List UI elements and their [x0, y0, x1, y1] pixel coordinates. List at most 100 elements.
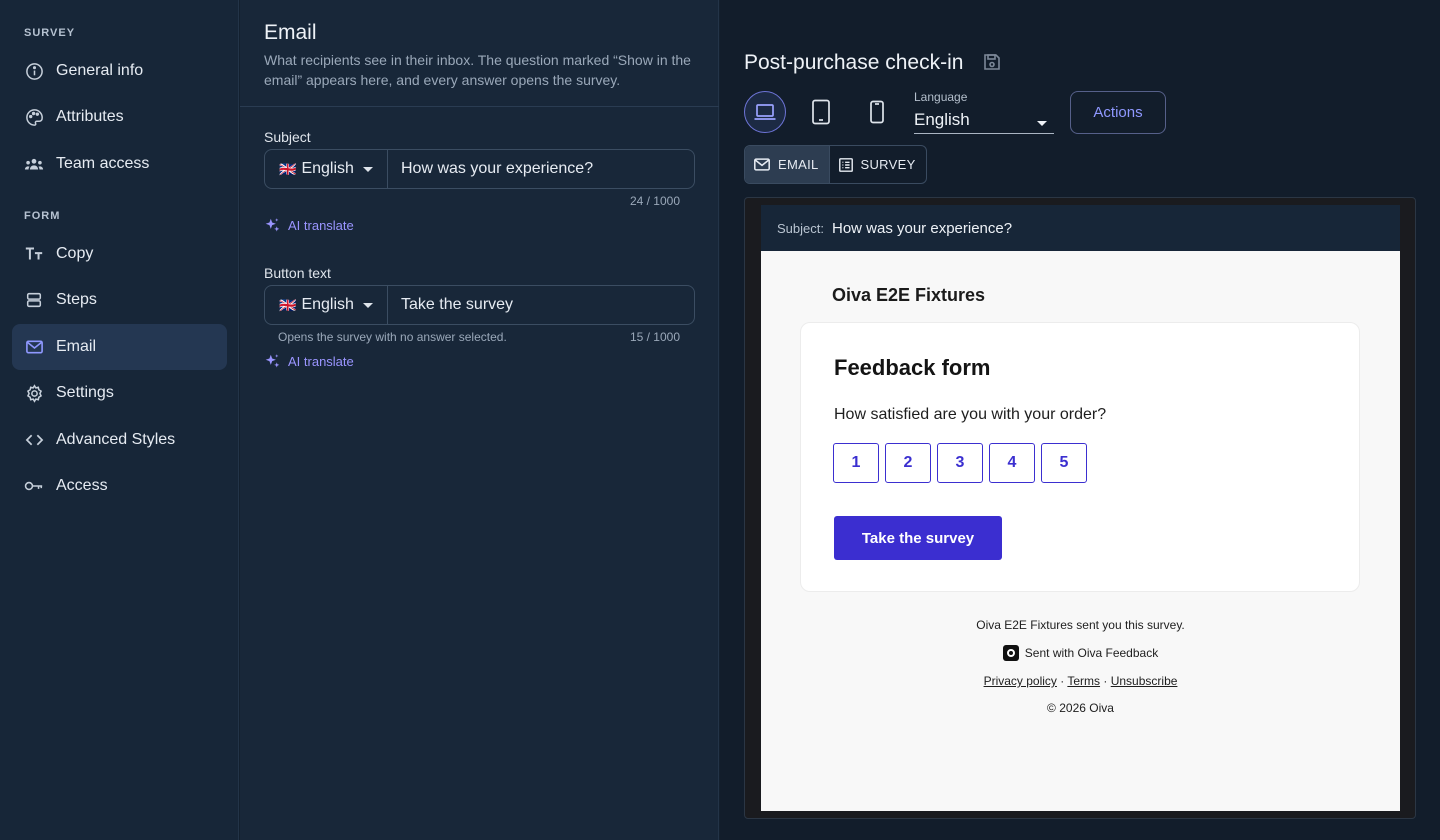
button-text-label: Button text [264, 265, 331, 281]
subject-label: Subject [264, 129, 311, 145]
sidebar-item-label: Steps [56, 291, 97, 308]
mail-icon [24, 337, 44, 357]
caret-down-icon [362, 302, 373, 308]
button-text-char-counter: 15 / 1000 [629, 330, 680, 344]
sidebar-item-label: Access [56, 477, 108, 494]
save-icon[interactable] [982, 52, 1002, 77]
button-text-language-select[interactable]: 🇬🇧 English [265, 286, 388, 324]
link-separator: · [1056, 674, 1068, 688]
sidebar-item-label: Team access [56, 155, 150, 172]
link-separator: · [1100, 674, 1111, 688]
tablet-icon [811, 99, 831, 125]
caret-down-icon [1037, 121, 1047, 126]
tab-survey[interactable]: SURVEY [828, 146, 926, 183]
button-text-language-value: English [301, 296, 354, 313]
sidebar-item-label: Advanced Styles [56, 431, 176, 448]
footer-links: Privacy policy · Terms · Unsubscribe [761, 674, 1400, 688]
uk-flag-icon: 🇬🇧 [279, 296, 297, 313]
subject-language-select[interactable]: 🇬🇧 English [265, 150, 388, 188]
ai-translate-label: AI translate [288, 218, 354, 233]
language-select[interactable]: English [914, 106, 1054, 134]
email-brand-name: Oiva E2E Fixtures [832, 285, 986, 305]
sidebar-item-label: Email [56, 338, 97, 355]
phone-icon [869, 100, 885, 124]
take-survey-button[interactable]: Take the survey [834, 516, 1002, 560]
sidebar-item-steps[interactable]: Steps [12, 277, 227, 323]
sidebar-item-attributes[interactable]: Attributes [12, 94, 227, 140]
steps-icon [24, 290, 44, 310]
button-text-hint: Opens the survey with no answer selected… [278, 330, 507, 344]
subject-input[interactable]: How was your experience? [388, 160, 593, 178]
gear-icon [24, 383, 44, 403]
button-text-field: 🇬🇧 English Take the survey [264, 285, 695, 325]
sparkle-icon [264, 353, 281, 370]
sidebar-item-label: Settings [56, 384, 114, 401]
footer-sent-by: Oiva E2E Fixtures sent you this survey. [976, 618, 1185, 632]
sidebar-item-team-access[interactable]: Team access [12, 141, 227, 187]
email-question: How satisfied are you with your order? [834, 406, 1107, 423]
code-icon [24, 430, 44, 450]
sidebar-item-label: Attributes [56, 108, 124, 125]
preview-mode-toggle: EMAIL SURVEY [744, 145, 927, 184]
email-subject-value: How was your experience? [831, 219, 1013, 237]
uk-flag-icon: 🇬🇧 [279, 160, 297, 177]
actions-button[interactable]: Actions [1070, 91, 1166, 134]
email-subject-bar: Subject: How was your experience? [761, 205, 1400, 251]
tab-email[interactable]: EMAIL [745, 146, 829, 183]
subject-ai-translate-link[interactable]: AI translate [264, 217, 354, 234]
terms-link[interactable]: Terms [1067, 674, 1100, 688]
editor-header: Email What recipients see in their inbox… [240, 0, 719, 107]
unsubscribe-link[interactable]: Unsubscribe [1111, 674, 1178, 688]
email-card-title: Feedback form [834, 355, 991, 380]
footer-copyright: © 2026 Oiva [1047, 701, 1114, 715]
tablet-preview-button[interactable] [800, 91, 842, 133]
survey-section-heading: SURVEY [24, 27, 76, 39]
email-subject-key: Subject: [777, 220, 824, 236]
caret-down-icon [362, 166, 373, 172]
email-preview: Subject: How was your experience? Oiva E… [761, 205, 1400, 811]
subject-char-counter: 24 / 1000 [629, 194, 680, 208]
tab-label: SURVEY [860, 157, 916, 172]
desktop-preview-button[interactable] [744, 91, 786, 133]
sidebar: SURVEY General info Attributes Team acce… [0, 0, 239, 840]
palette-icon [24, 107, 44, 127]
oiva-logo-icon [1002, 645, 1019, 661]
sidebar-item-settings[interactable]: Settings [12, 370, 227, 416]
team-icon [24, 154, 44, 174]
preview-panel: Post-purchase check-in Language English … [720, 0, 1440, 840]
email-survey-card: Feedback form How satisfied are you with… [800, 322, 1360, 592]
subject-language-value: English [301, 160, 354, 177]
sidebar-item-email[interactable]: Email [12, 324, 227, 370]
sidebar-item-general-info[interactable]: General info [12, 48, 227, 94]
privacy-policy-link[interactable]: Privacy policy [984, 674, 1057, 688]
footer-sent-with-text: Sent with Oiva Feedback [1024, 646, 1159, 660]
button-text-ai-translate-link[interactable]: AI translate [264, 353, 354, 370]
survey-title: Post-purchase check-in [744, 51, 964, 74]
ai-translate-label: AI translate [288, 354, 354, 369]
subject-field: 🇬🇧 English How was your experience? [264, 149, 695, 189]
sidebar-item-access[interactable]: Access [12, 463, 227, 509]
tab-label: EMAIL [778, 157, 819, 172]
list-icon [838, 157, 854, 173]
language-label: Language [914, 90, 968, 104]
rating-option-5[interactable]: 5 [1041, 443, 1087, 483]
editor-title: Email [264, 21, 317, 44]
rating-option-3[interactable]: 3 [937, 443, 983, 483]
button-text-input[interactable]: Take the survey [388, 296, 513, 314]
info-circle-icon [24, 61, 44, 81]
text-size-icon [24, 244, 44, 264]
rating-option-4[interactable]: 4 [989, 443, 1035, 483]
form-section-heading: FORM [24, 210, 61, 222]
rating-option-2[interactable]: 2 [885, 443, 931, 483]
sidebar-item-advanced-styles[interactable]: Advanced Styles [12, 417, 227, 463]
sidebar-item-copy[interactable]: Copy [12, 231, 227, 277]
email-preview-frame: Subject: How was your experience? Oiva E… [744, 197, 1416, 819]
key-icon [24, 476, 44, 496]
laptop-icon [753, 102, 777, 122]
language-value: English [914, 109, 970, 129]
mobile-preview-button[interactable] [856, 91, 898, 133]
email-editor-panel: Email What recipients see in their inbox… [240, 0, 719, 840]
rating-option-1[interactable]: 1 [833, 443, 879, 483]
footer-sent-with: Sent with Oiva Feedback [761, 645, 1400, 661]
sparkle-icon [264, 217, 281, 234]
